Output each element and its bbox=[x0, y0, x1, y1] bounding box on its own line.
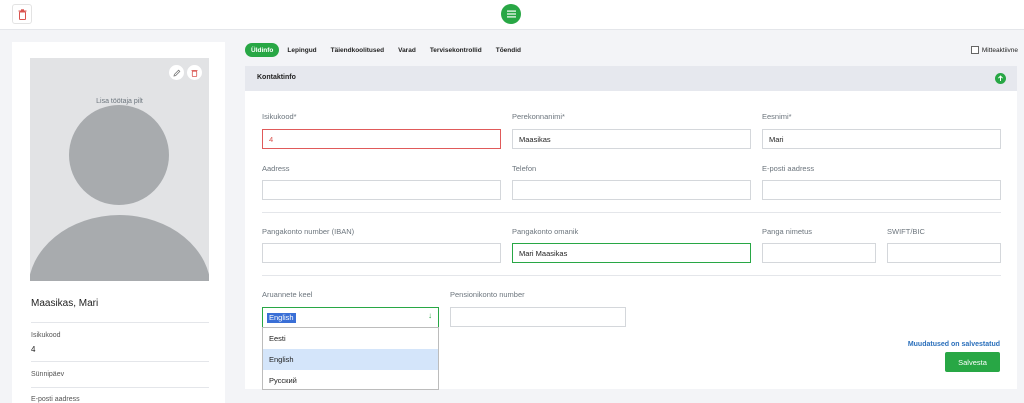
email-input[interactable] bbox=[762, 180, 1001, 200]
top-bar bbox=[0, 0, 1024, 30]
report-language-label: Aruannete keel bbox=[262, 290, 313, 299]
language-option-estonian[interactable]: Eesti bbox=[263, 328, 438, 349]
last-name-input[interactable]: Maasikas bbox=[512, 129, 751, 149]
divider bbox=[31, 361, 209, 362]
save-status-message: Muudatused on salvestatud bbox=[907, 341, 1000, 348]
first-name-input[interactable]: Mari bbox=[762, 129, 1001, 149]
selected-language: English bbox=[267, 313, 296, 323]
delete-employee-button[interactable] bbox=[12, 4, 32, 24]
personal-code-input[interactable]: 4 bbox=[262, 129, 501, 149]
account-owner-label: Pangakonto omanik bbox=[512, 227, 579, 236]
personal-code-label: Isikukood bbox=[31, 332, 61, 339]
pension-account-label: Pensionikonto number bbox=[450, 290, 525, 299]
menu-button[interactable] bbox=[501, 4, 521, 24]
divider bbox=[31, 387, 209, 388]
tab-trainings[interactable]: Täiendkoolitused bbox=[325, 43, 390, 57]
divider bbox=[262, 212, 1001, 213]
tab-health-checks[interactable]: Tervisekontrollid bbox=[424, 43, 488, 57]
address-label: Aadress bbox=[262, 164, 290, 173]
chevron-down-icon: ↓ bbox=[428, 311, 432, 320]
address-input[interactable] bbox=[262, 180, 501, 200]
divider bbox=[31, 322, 209, 323]
pension-account-input[interactable] bbox=[450, 307, 626, 327]
edit-photo-button[interactable] bbox=[169, 65, 184, 80]
iban-label: Pangakonto number (IBAN) bbox=[262, 227, 355, 236]
trash-icon bbox=[191, 69, 198, 77]
trash-icon bbox=[18, 8, 26, 20]
email-label: E-posti aadress bbox=[31, 396, 80, 403]
phone-label: Telefon bbox=[512, 164, 537, 173]
birthday-label: Sünnipäev bbox=[31, 371, 65, 378]
swift-input[interactable] bbox=[887, 243, 1001, 263]
chevron-up-icon bbox=[998, 75, 1003, 81]
save-button[interactable]: Salvesta bbox=[945, 352, 1000, 372]
delete-photo-button[interactable] bbox=[187, 65, 202, 80]
tab-assets[interactable]: Varad bbox=[392, 43, 422, 57]
section-title: Kontaktinfo bbox=[257, 74, 296, 81]
tab-certificates[interactable]: Tõendid bbox=[490, 43, 527, 57]
employee-name: Maasikas, Mari bbox=[31, 298, 99, 309]
contact-info-card: Kontaktinfo Isikukood* 4 Perekonnanimi* … bbox=[245, 66, 1017, 390]
checkbox-box[interactable] bbox=[970, 46, 979, 54]
swift-label: SWIFT/BIC bbox=[887, 227, 925, 236]
section-header[interactable]: Kontaktinfo bbox=[245, 66, 1017, 91]
first-name-label: Eesnimi* bbox=[762, 112, 792, 121]
personal-code-field-label: Isikukood* bbox=[262, 112, 297, 121]
avatar-body-silhouette bbox=[30, 215, 209, 281]
hamburger-icon bbox=[506, 10, 516, 18]
language-option-russian[interactable]: Русский bbox=[263, 370, 438, 391]
collapse-section-button[interactable] bbox=[995, 73, 1006, 84]
employee-profile-card: Lisa töötaja pilt Maasikas, Mari Isikuko… bbox=[12, 42, 225, 403]
avatar-head-silhouette bbox=[69, 105, 169, 205]
inactive-label: Mitteaktiivne bbox=[981, 46, 1018, 54]
tab-contracts[interactable]: Lepingud bbox=[281, 43, 322, 57]
phone-input[interactable] bbox=[512, 180, 751, 200]
report-language-select[interactable]: English ↓ bbox=[262, 307, 439, 328]
tab-general[interactable]: Üldinfo bbox=[245, 43, 280, 57]
language-options-list: Eesti English Русский bbox=[262, 327, 439, 390]
bank-name-input[interactable] bbox=[762, 243, 876, 263]
add-photo-label[interactable]: Lisa töötaja pilt bbox=[30, 98, 209, 105]
last-name-label: Perekonnanimi* bbox=[512, 112, 565, 121]
email-field-label: E-posti aadress bbox=[762, 164, 815, 173]
inactive-checkbox[interactable]: Mitteaktiivne bbox=[970, 46, 1018, 54]
tab-bar: Üldinfo Lepingud Täiendkoolitused Varad … bbox=[245, 43, 527, 57]
profile-photo-area[interactable]: Lisa töötaja pilt bbox=[30, 58, 209, 281]
divider bbox=[262, 275, 1001, 276]
pencil-icon bbox=[172, 69, 180, 77]
language-option-english[interactable]: English bbox=[263, 349, 438, 370]
iban-input[interactable] bbox=[262, 243, 501, 263]
account-owner-input[interactable]: Mari Maasikas bbox=[512, 243, 751, 263]
personal-code-value: 4 bbox=[31, 345, 36, 354]
bank-name-label: Panga nimetus bbox=[762, 227, 813, 236]
